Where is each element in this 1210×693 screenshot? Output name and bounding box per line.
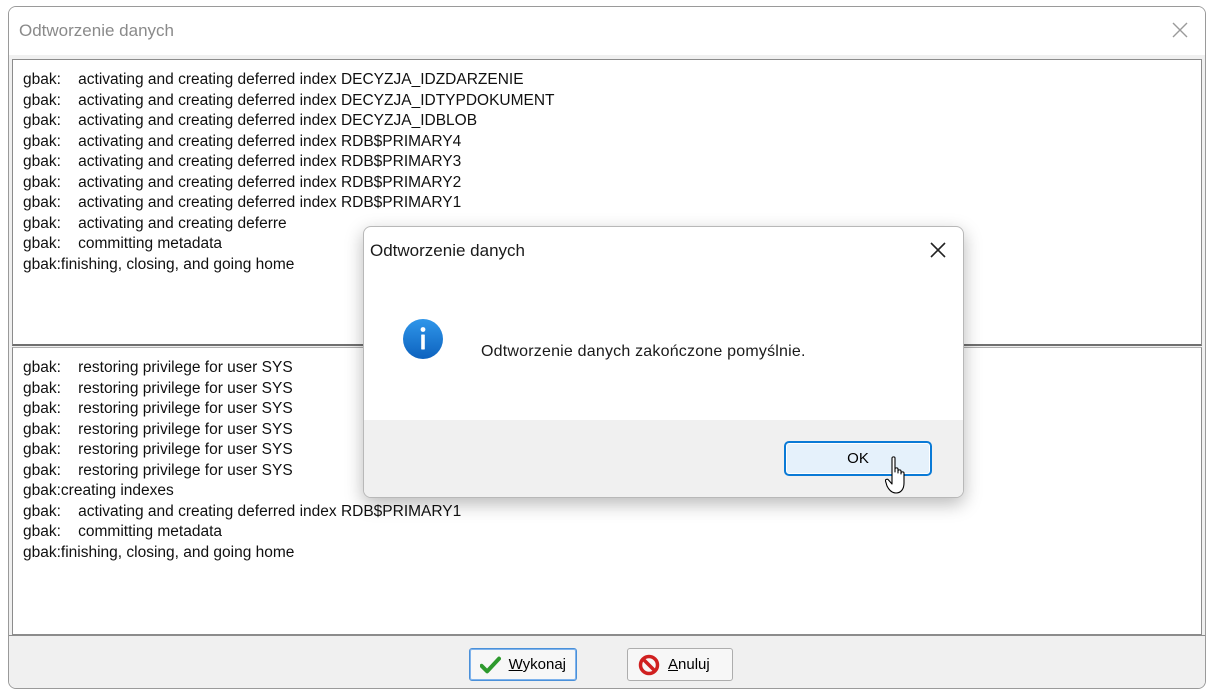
log-line: gbak: activating and creating deferred i… bbox=[23, 91, 555, 109]
button-bar: Wykonaj Anuluj bbox=[9, 635, 1205, 688]
mouse-cursor-icon bbox=[885, 456, 905, 494]
info-icon bbox=[403, 319, 443, 359]
message-dialog: Odtworzenie danych Odtworzenie danych za… bbox=[363, 226, 964, 498]
cancel-button-label: Anuluj bbox=[668, 656, 710, 673]
cancel-button[interactable]: Anuluj bbox=[627, 648, 733, 681]
title-bar: Odtworzenie danych bbox=[9, 7, 1205, 55]
close-icon bbox=[1172, 22, 1188, 38]
window-close-button[interactable] bbox=[1167, 17, 1193, 43]
dialog-footer: OK bbox=[364, 420, 963, 497]
window-title: Odtworzenie danych bbox=[19, 21, 174, 40]
execute-button[interactable]: Wykonaj bbox=[469, 648, 577, 681]
log-line: gbak: activating and creating deferred i… bbox=[23, 71, 524, 88]
dialog-body: Odtworzenie danych zakończone pomyślnie. bbox=[364, 275, 963, 420]
log-line: gbak: committing metadata bbox=[23, 523, 223, 540]
log-line: gbak:finishing, closing, and going home bbox=[23, 543, 295, 561]
log-line: gbak: activating and creating deferred i… bbox=[23, 173, 462, 191]
log-line: gbak: activating and creating deferred i… bbox=[23, 132, 462, 150]
no-entry-icon bbox=[638, 654, 660, 675]
close-icon bbox=[930, 242, 946, 258]
dialog-title: Odtworzenie danych bbox=[370, 241, 525, 260]
log-line: gbak: activating and creating deferred i… bbox=[23, 153, 462, 170]
checkmark-icon bbox=[480, 656, 501, 673]
dialog-message: Odtworzenie danych zakończone pomyślnie. bbox=[481, 343, 806, 360]
log-line: gbak: activating and creating deferred i… bbox=[23, 502, 462, 520]
execute-button-label: Wykonaj bbox=[508, 656, 566, 673]
dialog-close-button[interactable] bbox=[927, 239, 949, 261]
log-line: gbak: activating and creating deferred i… bbox=[23, 194, 462, 211]
log-line: gbak: activating and creating deferred i… bbox=[23, 112, 478, 129]
